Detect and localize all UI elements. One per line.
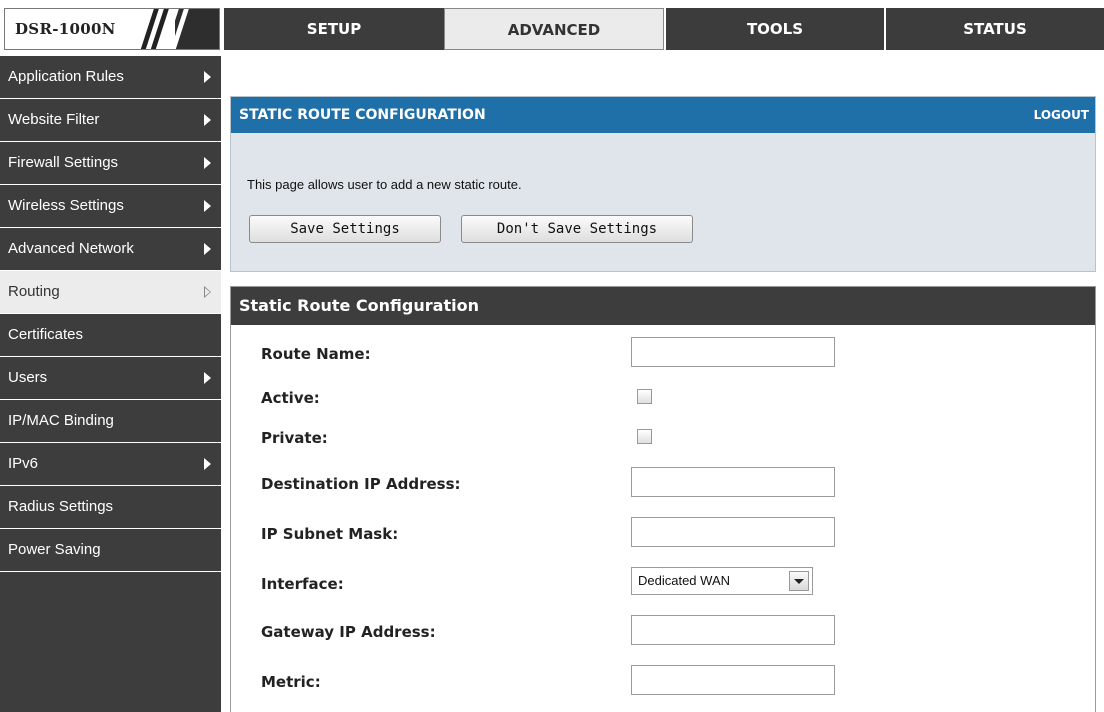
sidebar-item-users[interactable]: Users — [0, 357, 221, 400]
sidebar-item-label: Website Filter — [8, 111, 100, 128]
private-label: Private: — [261, 429, 328, 447]
sidebar-item-label: Wireless Settings — [8, 197, 124, 214]
chevron-right-icon — [204, 71, 211, 83]
interface-label: Interface: — [261, 575, 344, 593]
sidebar: Application Rules Website Filter Firewal… — [0, 56, 221, 712]
top-bar: DSR-1000N SETUP ADVANCED TOOLS STATUS — [0, 0, 1104, 56]
chevron-right-icon — [204, 157, 211, 169]
sidebar-item-certificates[interactable]: Certificates — [0, 314, 221, 357]
chevron-right-icon — [204, 114, 211, 126]
config-panel-header: Static Route Configuration — [231, 287, 1095, 325]
logo: DSR-1000N — [4, 8, 220, 50]
active-checkbox[interactable] — [637, 389, 652, 404]
sidebar-item-application-rules[interactable]: Application Rules — [0, 56, 221, 99]
active-label: Active: — [261, 389, 320, 407]
tab-status[interactable]: STATUS — [884, 8, 1104, 50]
sidebar-item-label: IP/MAC Binding — [8, 412, 114, 429]
sidebar-item-firewall-settings[interactable]: Firewall Settings — [0, 142, 221, 185]
interface-select-value: Dedicated WAN — [638, 573, 730, 588]
sidebar-item-label: Routing — [8, 283, 60, 300]
tab-setup[interactable]: SETUP — [224, 8, 444, 50]
sidebar-item-radius-settings[interactable]: Radius Settings — [0, 486, 221, 529]
route-name-input[interactable] — [631, 337, 835, 367]
main-nav-tabs: SETUP ADVANCED TOOLS STATUS — [224, 8, 1104, 50]
logout-link[interactable]: LOGOUT — [1034, 97, 1089, 133]
sidebar-item-label: Advanced Network — [8, 240, 134, 257]
app-window: DSR-1000N SETUP ADVANCED TOOLS STATUS Ap… — [0, 0, 1104, 712]
chevron-right-outline-icon — [204, 286, 211, 298]
info-panel-header: STATIC ROUTE CONFIGURATION LOGOUT — [231, 97, 1095, 133]
sidebar-item-advanced-network[interactable]: Advanced Network — [0, 228, 221, 271]
gateway-ip-label: Gateway IP Address: — [261, 623, 436, 641]
save-settings-button[interactable]: Save Settings — [249, 215, 441, 243]
sidebar-item-label: Users — [8, 369, 48, 386]
sidebar-item-label: Firewall Settings — [8, 154, 119, 171]
tab-tools[interactable]: TOOLS — [664, 8, 884, 50]
static-route-config-panel: Static Route Configuration Route Name: A… — [230, 286, 1096, 712]
sidebar-item-power-saving[interactable]: Power Saving — [0, 529, 221, 572]
destination-ip-input[interactable] — [631, 467, 835, 497]
sidebar-item-label: Radius Settings — [8, 498, 114, 515]
chevron-down-icon[interactable] — [789, 571, 809, 591]
interface-select[interactable]: Dedicated WAN — [631, 567, 813, 595]
dont-save-settings-button[interactable]: Don't Save Settings — [461, 215, 693, 243]
info-panel: STATIC ROUTE CONFIGURATION LOGOUT This p… — [230, 96, 1096, 272]
logo-text: DSR-1000N — [15, 20, 116, 38]
sidebar-item-routing[interactable]: Routing — [0, 271, 221, 314]
metric-input[interactable] — [631, 665, 835, 695]
sidebar-item-label: Power Saving — [8, 541, 101, 558]
destination-ip-label: Destination IP Address: — [261, 475, 461, 493]
logo-slashes-icon — [139, 9, 219, 49]
chevron-right-icon — [204, 200, 211, 212]
route-name-label: Route Name: — [261, 345, 371, 363]
sidebar-item-wireless-settings[interactable]: Wireless Settings — [0, 185, 221, 228]
page-description: This page allows user to add a new stati… — [247, 177, 522, 192]
tab-advanced[interactable]: ADVANCED — [444, 8, 664, 50]
subnet-mask-input[interactable] — [631, 517, 835, 547]
page-title: STATIC ROUTE CONFIGURATION — [239, 107, 486, 123]
sidebar-item-website-filter[interactable]: Website Filter — [0, 99, 221, 142]
chevron-right-icon — [204, 458, 211, 470]
subnet-mask-label: IP Subnet Mask: — [261, 525, 399, 543]
sidebar-item-label: Certificates — [8, 326, 84, 343]
metric-label: Metric: — [261, 673, 321, 691]
chevron-right-icon — [204, 372, 211, 384]
private-checkbox[interactable] — [637, 429, 652, 444]
sidebar-item-ip-mac-binding[interactable]: IP/MAC Binding — [0, 400, 221, 443]
chevron-right-icon — [204, 243, 211, 255]
sidebar-item-ipv6[interactable]: IPv6 — [0, 443, 221, 486]
sidebar-item-label: IPv6 — [8, 455, 39, 472]
gateway-ip-input[interactable] — [631, 615, 835, 645]
sidebar-item-label: Application Rules — [8, 68, 124, 85]
